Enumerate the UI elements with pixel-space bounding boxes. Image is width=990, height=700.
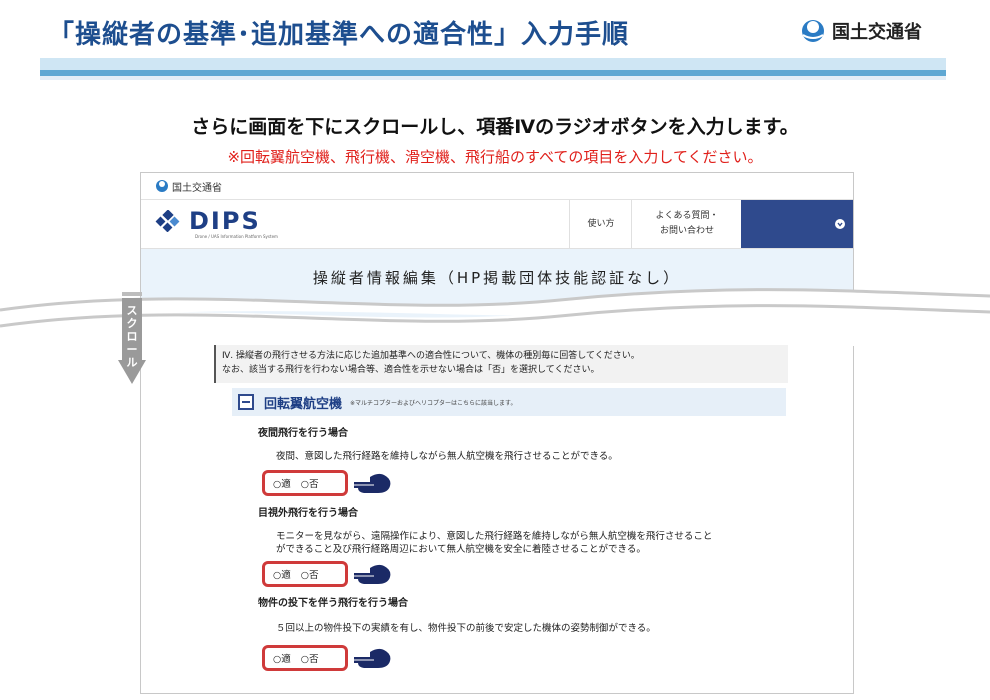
mlit-emblem-icon	[156, 180, 168, 192]
radio-yes[interactable]: ○適	[273, 476, 291, 490]
pointing-hand-icon	[354, 648, 391, 668]
question-title-bvlos: 目視外飛行を行う場合	[258, 508, 358, 519]
question-desc-line: 夜間、意図した飛行経路を維持しながら無人航空機を飛行させることができる。	[276, 451, 618, 462]
rotorcraft-category-bar[interactable]: 回転翼航空機 ※マルチコプターおよびヘリコプターはこちらに該当します。	[232, 388, 786, 416]
question-desc-bvlos: モニターを見ながら、遠隔操作により、意図した飛行経路を維持しながら無人航空機を飛…	[276, 530, 712, 556]
slide-title: 「操縦者の基準･追加基準への適合性」入力手順	[48, 20, 630, 50]
nav-faq[interactable]: よくある質問・ お問い合わせ	[631, 200, 742, 248]
section-iv-header: Ⅳ. 操縦者の飛行させる方法に応じた追加基準への適合性について、機体の種別毎に回…	[214, 345, 788, 383]
nav-howto-label: 使い方	[587, 218, 615, 229]
question-desc-line: ができること及び飛行経路周辺において無人航空機を安全に着陸させることができる。	[276, 544, 646, 555]
section-iv-line-1: Ⅳ. 操縦者の飛行させる方法に応じた追加基準への適合性について、機体の種別毎に回…	[222, 351, 640, 361]
chevron-down-icon	[835, 219, 845, 229]
nav-faq-label-1: よくある質問・	[655, 211, 719, 221]
note-text: ※回転翼航空機、飛行機、滑空機、飛行船のすべての項目を入力してください。	[227, 148, 763, 166]
nav-faq-label-2: お問い合わせ	[659, 226, 714, 236]
dips-logo[interactable]: DIPS Drone / UAS Information Platform Sy…	[155, 207, 278, 239]
radio-no[interactable]: ○否	[301, 476, 319, 490]
dips-logo-subtitle: Drone / UAS Information Platform System	[195, 234, 278, 239]
question-desc-line: ５回以上の物件投下の実績を有し、物件投下の前後で安定した機体の姿勢制御ができる。	[276, 623, 656, 634]
radio-no[interactable]: ○否	[301, 567, 319, 581]
scroll-label: スクロール	[126, 304, 138, 369]
category-title: 回転翼航空機	[264, 396, 343, 412]
page-title: 操縦者情報編集（HP掲載団体技能認証なし）	[312, 269, 682, 287]
nav-howto[interactable]: 使い方	[569, 200, 632, 248]
dips-header: DIPS Drone / UAS Information Platform Sy…	[141, 200, 853, 249]
gov-label: 国土交通省	[172, 182, 222, 194]
radio-no[interactable]: ○否	[301, 651, 319, 665]
question-desc-line: モニターを見ながら、遠隔操作により、意図した飛行経路を維持しながら無人航空機を飛…	[276, 531, 713, 542]
radio-group-bvlos: ○適 ○否	[262, 561, 348, 587]
radio-yes[interactable]: ○適	[273, 567, 291, 581]
pointing-hand-icon	[354, 564, 391, 584]
mlit-emblem-icon	[802, 20, 824, 42]
scroll-break-waves	[0, 288, 990, 346]
instruction-text: さらに画面を下にスクロールし、項番Ⅳのラジオボタンを入力します。	[191, 116, 799, 138]
radio-yes[interactable]: ○適	[273, 651, 291, 665]
gov-bar: 国土交通省	[141, 173, 853, 200]
question-title-night: 夜間飛行を行う場合	[258, 428, 348, 439]
dips-logo-text: DIPS	[189, 207, 261, 235]
radio-group-drop: ○適 ○否	[262, 645, 348, 671]
dips-logo-icon	[155, 210, 180, 232]
pointing-hand-icon	[354, 473, 391, 493]
question-title-drop: 物件の投下を伴う飛行を行う場合	[258, 598, 408, 609]
header-band	[40, 58, 946, 82]
nav-user-menu[interactable]	[741, 200, 853, 248]
ministry-name: 国土交通省	[832, 22, 922, 43]
question-desc-drop: ５回以上の物件投下の実績を有し、物件投下の前後で安定した機体の姿勢制御ができる。	[276, 622, 656, 635]
question-desc-night: 夜間、意図した飛行経路を維持しながら無人航空機を飛行させることができる。	[276, 450, 618, 463]
collapse-icon[interactable]	[238, 394, 254, 410]
section-iv-line-2: なお、該当する飛行を行わない場合等、適合性を示せない場合は「否」を選択してくださ…	[222, 365, 600, 375]
ministry-logo: 国土交通省	[800, 18, 922, 44]
radio-group-night: ○適 ○否	[262, 470, 348, 496]
dips-screenshot: 国土交通省 DIPS Drone / UAS Information Platf…	[140, 172, 854, 694]
category-note: ※マルチコプターおよびヘリコプターはこちらに該当します。	[350, 399, 517, 407]
